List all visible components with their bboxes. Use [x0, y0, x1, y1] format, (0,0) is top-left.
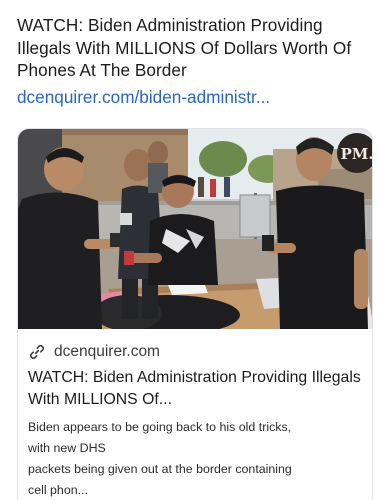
card-description-line: packets being given out at the border co… — [28, 462, 292, 476]
link-icon — [28, 343, 46, 361]
card-domain[interactable]: dcenquirer.com — [54, 342, 160, 362]
link-preview-image[interactable]: PM. — [18, 129, 373, 329]
social-post: WATCH: Biden Administration Providing Il… — [0, 0, 380, 500]
pm-badge: PM. — [340, 145, 373, 163]
card-description-line: with new DHS — [28, 441, 106, 455]
link-preview-card[interactable]: PM. dcenquirer.com WATCH: Biden Administ… — [17, 128, 373, 500]
domain-row: dcenquirer.com — [28, 342, 160, 362]
card-title[interactable]: WATCH: Biden Administration Providing Il… — [28, 367, 364, 411]
post-link[interactable]: dcenquirer.com/biden-administr... — [17, 86, 270, 108]
card-description-line: cell phon... — [28, 483, 88, 497]
link-preview-meta: dcenquirer.com WATCH: Biden Administrati… — [18, 329, 372, 500]
post-text: WATCH: Biden Administration Providing Il… — [17, 15, 352, 80]
card-description: Biden appears to be going back to his ol… — [28, 417, 364, 500]
card-description-line: Biden appears to be going back to his ol… — [28, 420, 292, 434]
